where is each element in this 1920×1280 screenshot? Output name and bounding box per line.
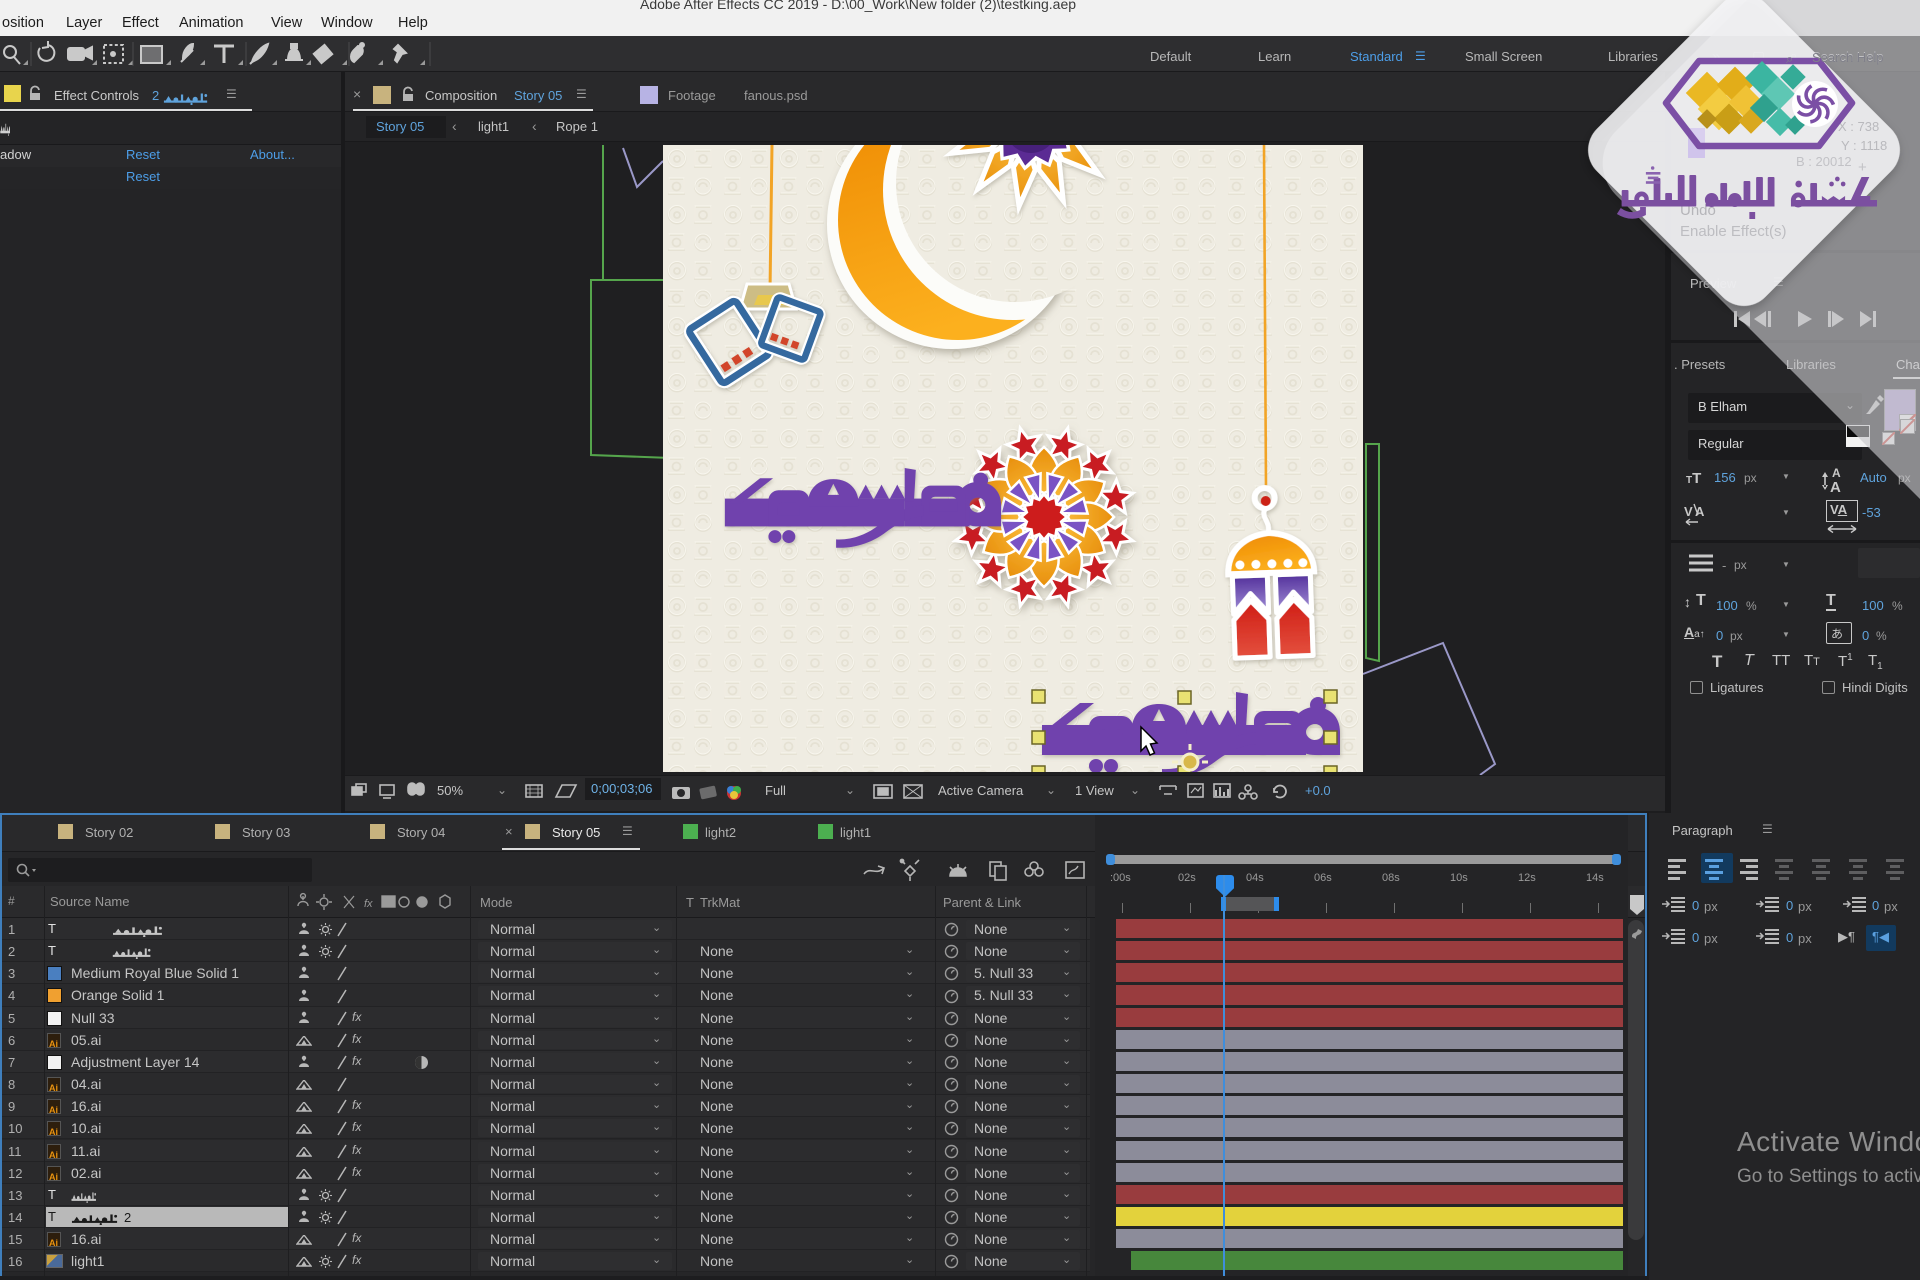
svg-text:V: V — [1684, 504, 1693, 519]
svg-text:A: A — [1832, 466, 1841, 480]
svg-text:fx: fx — [364, 898, 373, 910]
svg-text:A: A — [1830, 479, 1841, 496]
